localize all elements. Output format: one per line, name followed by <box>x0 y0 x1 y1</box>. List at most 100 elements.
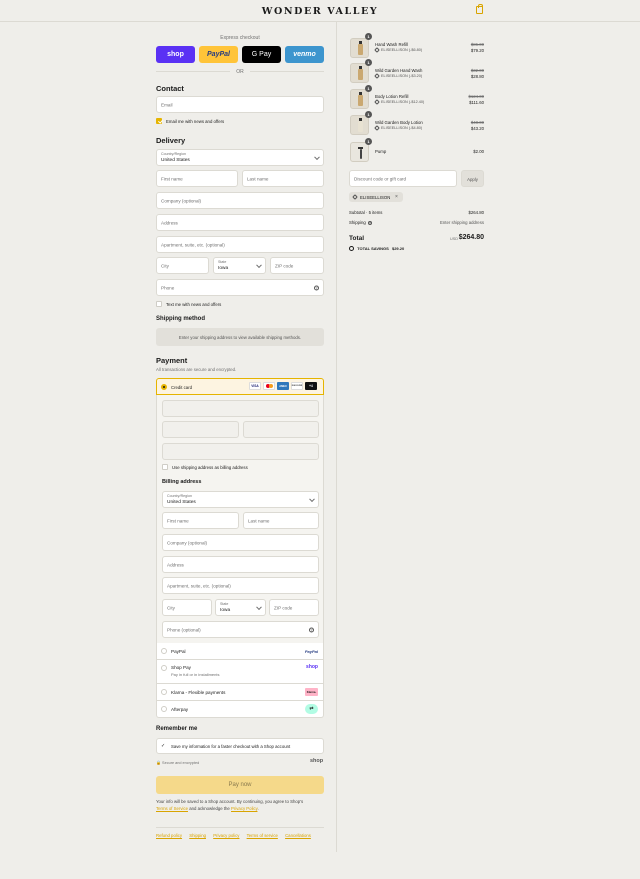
city-field[interactable]: City <box>156 257 209 274</box>
paypal-option-label: PayPal <box>171 649 186 654</box>
apply-label: Apply <box>467 177 478 182</box>
applied-discount-chip: ELISEELLISON × <box>349 192 403 202</box>
paypal-option[interactable]: PayPal PayPal <box>156 643 324 660</box>
item-price: $79.20 <box>470 48 484 53</box>
quantity-badge: 1 <box>365 59 372 66</box>
remember-me-box[interactable]: ✓ Save my information for a faster check… <box>156 738 324 754</box>
footer-links: Refund policy Shipping Privacy policy Te… <box>156 833 317 838</box>
checkmark-icon[interactable]: ✓ <box>161 743 167 749</box>
item-discount: ELISEELLISON (-$4.80) <box>374 125 422 131</box>
privacy-link[interactable]: Privacy Policy <box>231 806 257 811</box>
country-select[interactable]: Country/Region United States <box>156 149 324 166</box>
help-icon[interactable]: ? <box>314 285 319 290</box>
shopping-bag-icon[interactable] <box>476 4 483 14</box>
terms-link[interactable]: Terms of Service <box>156 806 188 811</box>
zip-field[interactable]: ZIP code <box>270 257 324 274</box>
last-name-placeholder: Last name <box>247 176 269 181</box>
first-name-field[interactable]: First name <box>156 170 238 187</box>
billing-city-field[interactable]: City <box>162 599 212 616</box>
discover-icon: DISCOVER <box>291 382 303 390</box>
paypal-label: PayPal <box>207 51 230 58</box>
item-name: Wild Garden Hand Wash <box>375 68 423 73</box>
paypal-button[interactable]: PayPal <box>199 46 238 63</box>
billing-country-label: Country/Region <box>167 494 192 498</box>
privacy-policy-link[interactable]: Privacy policy <box>213 833 239 838</box>
billing-zip-field[interactable]: ZIP code <box>269 599 319 616</box>
shop-pay-logo: shop <box>306 664 318 670</box>
venmo-button[interactable]: venmo <box>285 46 324 63</box>
billing-company-field[interactable]: Company (optional) <box>162 534 319 551</box>
pay-now-button[interactable]: Pay now <box>156 776 324 794</box>
product-thumbnail <box>350 115 369 135</box>
klarna-radio[interactable] <box>161 689 167 695</box>
first-name-placeholder: First name <box>161 176 183 181</box>
credit-card-radio[interactable] <box>161 384 167 390</box>
discount-code-input[interactable]: Discount code or gift card <box>349 170 457 187</box>
pay-now-label: Pay now <box>228 782 252 788</box>
last-name-field[interactable]: Last name <box>242 170 324 187</box>
text-news-checkbox[interactable] <box>156 301 162 307</box>
discount-code-placeholder: Discount code or gift card <box>354 176 407 181</box>
item-discount-text: ELISEELLISON (-$6.80) <box>381 48 423 52</box>
klarna-option[interactable]: Klarna - Flexible payments Klarna. <box>156 684 324 701</box>
amex-text: AMEX <box>279 384 287 388</box>
refund-policy-link[interactable]: Refund policy <box>156 833 182 838</box>
card-cvv-field[interactable] <box>243 421 319 438</box>
brand-logo[interactable]: WONDER VALLEY <box>0 6 640 17</box>
quantity-badge: 1 <box>365 85 372 92</box>
shipping-method-notice: Enter your shipping address to view avai… <box>156 328 324 346</box>
country-label: Country/Region <box>161 152 186 156</box>
country-value: United States <box>161 158 190 163</box>
email-news-checkbox[interactable] <box>156 118 162 124</box>
apartment-field[interactable]: Apartment, suite, etc. (optional) <box>156 236 324 253</box>
state-select[interactable]: State Iowa <box>213 257 266 274</box>
text-news-label: Text me with news and offers <box>166 302 222 307</box>
help-icon[interactable]: ? <box>309 627 314 632</box>
billing-apartment-field[interactable]: Apartment, suite, etc. (optional) <box>162 577 319 594</box>
email-field[interactable]: Email <box>156 96 324 113</box>
shop-pay-option[interactable]: Shop Pay Pay in full or in installments … <box>156 660 324 684</box>
apply-button[interactable]: Apply <box>461 170 484 187</box>
info-icon[interactable]: ? <box>367 220 372 225</box>
card-expiry-field[interactable] <box>162 421 239 438</box>
shop-pay-button[interactable]: shop <box>156 46 195 63</box>
quantity-badge: 1 <box>365 111 372 118</box>
subtotal-label: Subtotal · 5 items <box>349 210 383 215</box>
google-pay-button[interactable]: G Pay <box>242 46 281 63</box>
address-placeholder: Address <box>161 220 178 225</box>
terms-of-service-link[interactable]: Terms of service <box>247 833 278 838</box>
billing-same-label: Use shipping address as billing address <box>172 465 248 470</box>
billing-company-placeholder: Company (optional) <box>167 540 208 545</box>
billing-first-name-field[interactable]: First name <box>162 512 239 529</box>
phone-field[interactable]: Phone ? <box>156 279 324 296</box>
remove-discount-icon[interactable]: × <box>395 194 398 200</box>
contact-heading: Contact <box>156 84 184 93</box>
item-name: Body Lotion Refill <box>375 94 409 99</box>
billing-address-field[interactable]: Address <box>162 556 319 573</box>
item-old-price: $86.00 <box>470 42 484 47</box>
venmo-label: venmo <box>293 51 316 58</box>
billing-phone-field[interactable]: Phone (optional) ? <box>162 621 319 638</box>
company-field[interactable]: Company (optional) <box>156 192 324 209</box>
card-number-field[interactable] <box>162 400 319 417</box>
product-thumbnail <box>350 89 369 109</box>
billing-first-name-placeholder: First name <box>167 518 189 523</box>
address-field[interactable]: Address <box>156 214 324 231</box>
billing-country-select[interactable]: Country/Region United States <box>162 491 319 508</box>
afterpay-option[interactable]: Afterpay ⇄ <box>156 701 324 718</box>
delivery-heading: Delivery <box>156 136 186 145</box>
state-label: State <box>218 260 227 264</box>
card-name-field[interactable] <box>162 443 319 460</box>
afterpay-option-label: Afterpay <box>171 707 189 712</box>
billing-last-name-field[interactable]: Last name <box>243 512 319 529</box>
billing-state-select[interactable]: State Iowa <box>215 599 266 616</box>
paypal-radio[interactable] <box>161 648 167 654</box>
afterpay-radio[interactable] <box>161 706 167 712</box>
cancellations-link[interactable]: Cancellations <box>285 833 311 838</box>
phone-placeholder: Phone <box>161 285 175 290</box>
item-price: $111.60 <box>469 100 484 105</box>
shipping-policy-link[interactable]: Shipping <box>189 833 206 838</box>
shop-pay-radio[interactable] <box>161 665 167 671</box>
item-discount: ELISEELLISON (-$3.20) <box>374 73 422 79</box>
billing-same-checkbox[interactable] <box>162 464 168 470</box>
